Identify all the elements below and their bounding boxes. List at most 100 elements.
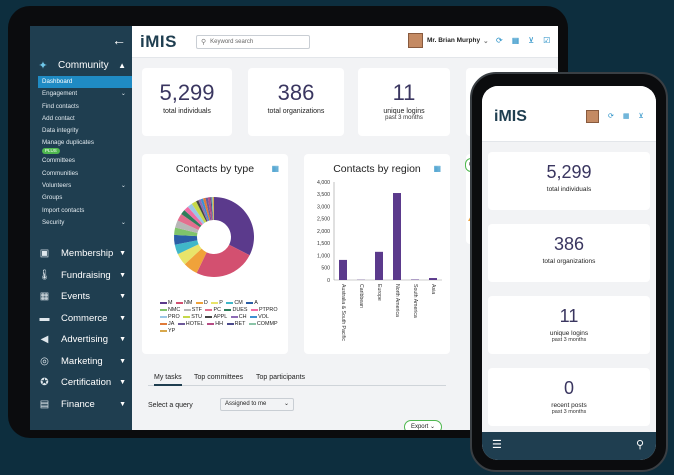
bar [393,193,401,280]
search-icon[interactable]: ⚲ [636,438,644,451]
chevron-down-icon: ▼ [119,271,126,279]
sidebar-item-certification[interactable]: ✪ Certification ▼ [30,372,132,394]
stat-sublabel: past 3 months [551,337,587,343]
sidebar-sub-security[interactable]: Security ⌄ [30,217,132,229]
legend-label: M [168,300,173,306]
imis-logo[interactable]: iMIS [494,108,527,126]
tab-top-participants[interactable]: Top participants [256,374,305,381]
avatar[interactable] [586,110,599,123]
sidebar-sub-label: Engagement [42,90,78,98]
sidebar-item-community[interactable]: ✦ Community ▲ [30,54,132,76]
cart-icon[interactable]: ⊻ [639,112,644,120]
pie-slice-m [214,197,254,256]
chevron-down-icon: ▼ [119,293,126,301]
sidebar-sub-volunteers[interactable]: Volunteers ⌄ [30,180,132,192]
cart-icon[interactable]: ⊻ [528,36,534,45]
stat-value: 0 [563,378,574,398]
tabs-bar: My tasks Top committees Top participants [148,372,446,386]
sidebar-sub-find-contacts[interactable]: Find contacts [30,101,132,113]
legend-swatch [160,301,167,304]
sidebar-item-finance[interactable]: ▤ Finance ▼ [30,394,132,416]
legend-label: HOTEL [185,321,204,327]
stat-label: total organizations [267,108,325,115]
sidebar-item-fundraising[interactable]: 🌡 Fundraising ▼ [30,265,132,287]
y-tick-label: 3,000 [317,204,330,210]
calendar-icon[interactable]: ▦ [512,36,520,45]
sidebar-sub-manage-duplicates[interactable]: Manage duplicates PLUS [30,137,132,155]
legend-item: YP [160,328,175,334]
legend-item: JA [160,321,174,327]
imis-logo[interactable]: iMIS [140,32,177,52]
user-name: Mr. Brian Murphy [427,37,481,44]
legend-swatch [160,329,167,332]
bar [429,278,437,280]
stat-value: 5,299 [159,80,215,105]
chevron-down-icon: ▼ [119,250,126,258]
query-selected-value: Assigned to me [225,401,267,407]
y-tick-label: 1,000 [317,253,330,259]
legend-label: CM [234,300,243,306]
legend-swatch [224,308,232,311]
sidebar-item-marketing[interactable]: ◎ Marketing ▼ [30,351,132,373]
sidebar-sub-committees[interactable]: Committees [30,155,132,167]
ribbon-icon: ✪ [40,377,49,389]
refresh-icon[interactable]: ⟳ [496,36,503,45]
legend-swatch [160,308,167,311]
stat-label: total individuals [163,108,211,115]
back-arrow-icon[interactable]: ← [112,32,126,48]
sidebar-item-advertising[interactable]: ◀ Advertising ▼ [30,329,132,351]
header-icons: ⟳ ▦ ⊻ ☑ [496,36,550,45]
sidebar-item-label: Advertising [61,334,108,346]
legend-item: P [211,300,223,306]
legend-label: CH [238,314,247,320]
calendar-icon[interactable]: ▦ [623,112,630,120]
chevron-down-icon: ▼ [119,336,126,344]
y-tick-label: 2,000 [317,229,330,235]
sidebar-item-events[interactable]: ▦ Events ▼ [30,286,132,308]
sidebar-sub-communities[interactable]: Communities [30,168,132,180]
sidebar-item-label: Marketing [61,355,103,367]
legend-swatch [250,308,258,311]
legend-swatch [205,315,213,318]
target-icon: ◎ [40,355,49,367]
phone-screen: iMIS ⟳ ▦ ⊻ 5,299 total individuals 386 t… [482,86,656,460]
checklist-icon[interactable]: ☑ [543,36,550,45]
sidebar-sub-data-integrity[interactable]: Data integrity [30,125,132,137]
query-select[interactable]: Assigned to me ⌄ [220,398,294,411]
sidebar-sub-groups[interactable]: Groups [30,192,132,204]
chevron-down-icon: ⌄ [120,90,126,98]
tab-top-committees[interactable]: Top committees [194,374,243,381]
legend-swatch [226,322,234,325]
plus-badge: PLUS [42,148,60,155]
stat-label: total individuals [546,186,592,193]
legend-item: CM [226,300,243,306]
sidebar-sub-import-contacts[interactable]: Import contacts [30,205,132,217]
sidebar-item-commerce[interactable]: ▬ Commerce ▼ [30,308,132,330]
main-nav: ▣ Membership ▼ 🌡 Fundraising ▼ ▦ Events ▼ ▬ Com… [30,243,132,415]
legend-item: PTPRO [250,307,278,313]
legend-label: PC [213,307,221,313]
user-menu[interactable]: Mr. Brian Murphy ⌄ [408,33,489,48]
legend-item: DUES [224,307,247,313]
tab-my-tasks[interactable]: My tasks [154,374,182,386]
sidebar-sub-engagement[interactable]: Engagement ⌄ [30,88,132,100]
ledger-icon: ▤ [39,398,50,410]
legend-label: PRO [168,314,180,320]
x-tick-label: Caribbean [358,284,364,308]
sidebar-sub-dashboard[interactable]: Dashboard [38,76,132,89]
export-button[interactable]: Export ⌄ [404,420,442,430]
refresh-icon[interactable]: ⟳ [608,112,614,120]
legend-item: STF [183,307,202,313]
sidebar-sub-add-contact[interactable]: Add contact [30,113,132,125]
legend-item: HH [207,321,223,327]
sidebar-item-membership[interactable]: ▣ Membership ▼ [30,243,132,265]
legend-label: DUES [232,307,248,313]
search-input[interactable]: ⚲ Keyword search [196,35,310,49]
stat-value: 5,299 [546,162,592,182]
menu-icon[interactable]: ☰ [492,438,502,451]
chevron-down-icon: ▼ [119,400,126,408]
legend-label: APPL [213,314,228,320]
legend-swatch [176,301,183,304]
y-tick-label: 3,500 [317,192,330,198]
sidebar-item-label: Finance [61,398,95,410]
